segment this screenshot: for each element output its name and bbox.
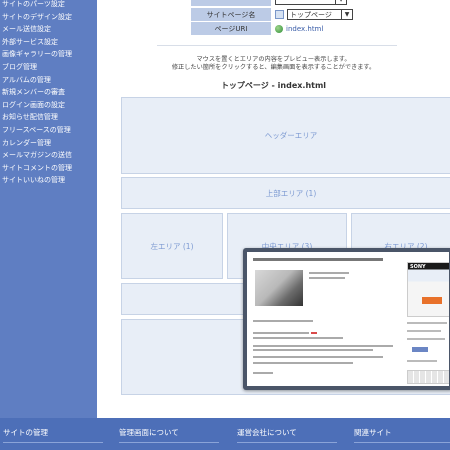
sidebar-item-free-space[interactable]: フリースペースの管理: [0, 124, 97, 137]
page-uri-label: ページURI: [191, 22, 271, 35]
left-area[interactable]: 左エリア (1): [121, 213, 223, 279]
preview-ad-banner: SONY: [407, 262, 449, 317]
top-area-label: 上部エリア (1): [265, 188, 317, 198]
page-name-select[interactable]: トップページ ▼: [287, 9, 353, 20]
footer-link-company[interactable]: 運営会社について: [237, 427, 337, 443]
divider: [157, 45, 397, 46]
sidebar-item-login-screen[interactable]: ログイン画面の設定: [0, 99, 97, 112]
chevron-down-icon: ▼: [335, 0, 346, 4]
footer-link-site-admin[interactable]: サイトの管理: [3, 427, 103, 443]
sidebar-item-calendar[interactable]: カレンダー管理: [0, 137, 97, 150]
sidebar-item-member-review[interactable]: 新規メンバーの審査: [0, 86, 97, 99]
preview-calendar: [407, 370, 449, 384]
sidebar-menu: サイトのパーツ設定 サイトのデザイン設定 メール送信設定 外部サービス設定 画像…: [0, 0, 97, 187]
page-icon: [275, 10, 284, 19]
page-name-label: サイトページ名: [191, 8, 271, 21]
preview-photo: [255, 270, 303, 306]
sidebar-item-album[interactable]: アルバムの管理: [0, 74, 97, 87]
sidebar-item-external-services[interactable]: 外部サービス設定: [0, 36, 97, 49]
sidebar-item-notifications[interactable]: お知らせ配信管理: [0, 111, 97, 124]
preview-ad-brand: SONY: [410, 264, 426, 270]
sidebar-item-site-comments[interactable]: サイトコメントの管理: [0, 162, 97, 175]
form-row-partial: ▼: [191, 0, 347, 6]
footer-link-admin-about[interactable]: 管理画面について: [119, 427, 219, 443]
sidebar-item-design-settings[interactable]: サイトのデザイン設定: [0, 11, 97, 24]
globe-icon: [275, 24, 283, 33]
sidebar-item-parts-settings[interactable]: サイトのパーツ設定: [0, 0, 97, 11]
preview-page: SONY: [247, 252, 449, 386]
page-title: トップページ - index.html: [220, 81, 327, 90]
footer-link-related-sites[interactable]: 関連サイト: [354, 427, 450, 443]
sidebar-item-site-likes[interactable]: サイトいいねの管理: [0, 174, 97, 187]
left-area-label: 左エリア (1): [150, 241, 194, 251]
chevron-down-icon: ▼: [341, 10, 352, 19]
partial-select[interactable]: ▼: [275, 0, 347, 5]
instruction-line-2: 修正したい箇所をクリックすると、編集画面を表示することができます。: [171, 64, 376, 71]
area-preview-popup: SONY: [243, 248, 450, 390]
page-name-row: サイトページ名 トップページ ▼: [191, 8, 353, 21]
header-area-label: ヘッダーエリア: [264, 131, 318, 140]
site-footer: サイトの管理 管理画面について 運営会社について 関連サイト: [0, 418, 450, 450]
sidebar-item-blog[interactable]: ブログ管理: [0, 61, 97, 74]
page-name-value: トップページ: [290, 10, 332, 19]
sidebar-item-mail-settings[interactable]: メール送信設定: [0, 23, 97, 36]
page-uri-row: ページURI index.html: [191, 22, 323, 35]
form-label-partial: [191, 0, 271, 6]
admin-sidebar: サイトのパーツ設定 サイトのデザイン設定 メール送信設定 外部サービス設定 画像…: [0, 0, 97, 418]
top-area[interactable]: 上部エリア (1): [121, 177, 450, 209]
header-area[interactable]: ヘッダーエリア: [121, 97, 450, 174]
sidebar-item-image-gallery[interactable]: 画像ギャラリーの管理: [0, 48, 97, 61]
page-uri-link[interactable]: index.html: [286, 25, 323, 33]
sidebar-item-newsletter[interactable]: メールマガジンの送信: [0, 149, 97, 162]
